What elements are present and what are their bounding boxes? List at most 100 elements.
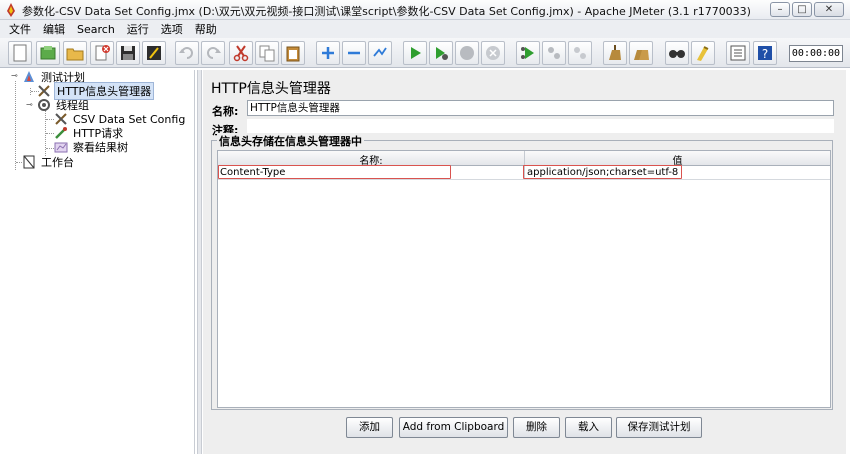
save-test-plan-button[interactable]: 保存测试计划 [616,417,702,438]
menu-file[interactable]: 文件 [9,21,31,37]
shutdown-button[interactable] [481,41,505,65]
toggle-icon [373,47,387,57]
expand-all-button[interactable] [316,41,340,65]
workbench-icon [23,155,35,169]
copy-button[interactable] [255,41,279,65]
menu-bar: 文件 编辑 Search 运行 选项 帮助 [0,20,850,38]
redo-button[interactable] [201,41,225,65]
load-button[interactable]: 载入 [565,417,612,438]
menu-run[interactable]: 运行 [127,21,149,37]
new-icon [13,44,27,62]
tree-label: 线程组 [56,99,89,112]
expand-test-plan-toggle[interactable]: ⊸ [11,72,18,80]
start-button[interactable] [403,41,427,65]
start-icon [411,47,421,59]
tree-item-csv-config[interactable]: CSV Data Set Config [54,112,187,126]
name-label: 名称: [212,105,239,118]
tree-label: 察看结果树 [73,141,128,154]
clear-icon [609,45,621,60]
add-from-clipboard-button[interactable]: Add from Clipboard [399,417,508,438]
results-tree-icon [54,142,68,153]
reset-search-icon [697,46,709,61]
remote-stop-icon [548,47,560,59]
collapse-all-button[interactable] [342,41,366,65]
copy-icon [259,45,275,62]
name-field[interactable]: HTTP信息头管理器 [247,100,834,116]
clear-all-button[interactable] [629,41,653,65]
remote-start-icon [521,47,534,59]
group-title: 信息头存储在信息头管理器中 [217,133,364,149]
split-pane-divider[interactable] [197,70,202,454]
menu-edit[interactable]: 编辑 [43,21,65,37]
undo-button[interactable] [175,41,199,65]
tree-label: CSV Data Set Config [73,112,186,126]
paste-button[interactable] [281,41,305,65]
redo-icon [207,47,221,59]
add-button[interactable]: 添加 [346,417,393,438]
annotation-highlight-name [218,165,451,179]
page-title: HTTP信息头管理器 [211,81,331,97]
expand-icon [322,47,334,59]
remote-start-button[interactable] [516,41,540,65]
toolbar: ? 00:00:00 [0,38,850,68]
expand-thread-group-toggle[interactable]: ⊸ [26,101,33,109]
annotation-highlight-value [523,165,682,179]
tree-item-http-request[interactable]: HTTP请求 [54,126,125,140]
close-window-button[interactable]: ✕ [814,2,844,17]
reset-search-button[interactable] [691,41,715,65]
new-button[interactable] [8,41,32,65]
button-row: 添加 Add from Clipboard 删除 载入 保存测试计划 [203,417,846,439]
save-icon [121,46,135,60]
function-helper-button[interactable] [726,41,750,65]
elapsed-timer: 00:00:00 [789,45,843,62]
menu-options[interactable]: 选项 [161,21,183,37]
close-icon [95,45,110,61]
thread-group-icon [38,99,50,111]
tree-item-results-tree[interactable]: 察看结果树 [54,140,130,154]
toggle-button[interactable] [368,41,392,65]
window-title-bar: 参数化-CSV Data Set Config.jmx (D:\双元\双元视频-… [0,0,850,20]
close-button[interactable] [90,41,114,65]
help-icon: ? [758,46,772,61]
save-as-button[interactable] [142,41,166,65]
stop-icon [460,46,474,60]
open-button[interactable] [63,41,87,65]
minimize-button[interactable]: – [770,2,790,17]
menu-help[interactable]: 帮助 [195,21,217,37]
start-no-pause-icon [436,47,448,60]
jmeter-app-icon [7,3,15,17]
delete-button[interactable]: 删除 [513,417,560,438]
search-button[interactable] [665,41,689,65]
headers-group: 信息头存储在信息头管理器中 名称: 值 Content-Type applica… [211,133,833,410]
tree-item-workbench[interactable]: 工作台 [22,155,76,169]
header-manager-panel: HTTP信息头管理器 名称: HTTP信息头管理器 注释: 信息头存储在信息头管… [203,70,846,454]
maximize-button[interactable]: □ [792,2,812,17]
function-helper-icon [730,45,746,61]
headers-table[interactable]: 名称: 值 Content-Type application/json;char… [217,150,831,408]
stop-button[interactable] [455,41,479,65]
save-button[interactable] [116,41,140,65]
clear-button[interactable] [603,41,627,65]
header-manager-icon [38,85,50,97]
templates-button[interactable] [36,41,60,65]
tree-item-thread-group[interactable]: 线程组 [37,98,91,112]
clear-all-icon [634,50,649,60]
remote-stop-button[interactable] [542,41,566,65]
menu-search[interactable]: Search [77,23,115,36]
paste-icon [286,46,300,62]
remote-exit-icon [574,47,586,59]
http-sampler-icon [55,127,67,139]
help-button[interactable]: ? [753,41,777,65]
cut-icon [233,45,249,62]
comment-field[interactable] [247,119,834,133]
templates-icon [40,46,56,60]
svg-text:?: ? [762,47,768,61]
cut-button[interactable] [229,41,253,65]
open-icon [66,48,84,61]
save-as-icon [147,46,161,60]
remote-exit-button[interactable] [568,41,592,65]
tree-item-header-manager[interactable]: HTTP信息头管理器 [37,82,155,100]
test-plan-tree[interactable]: ⊸ 测试计划 HTTP信息头管理器 ⊸ 线程组 CSV Data Set Con… [5,70,195,454]
start-no-pause-button[interactable] [429,41,453,65]
csv-config-icon [55,113,67,125]
